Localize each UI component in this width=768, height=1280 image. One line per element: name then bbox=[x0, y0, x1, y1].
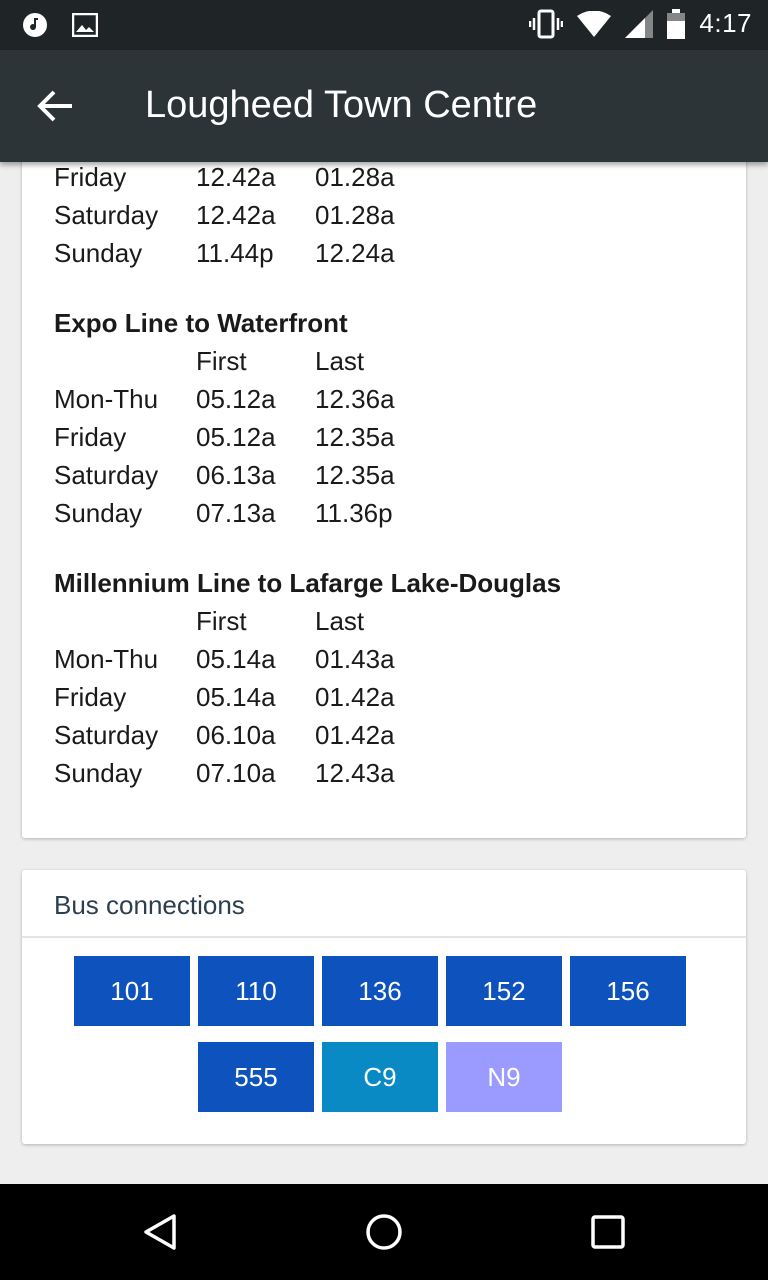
route-label: 101 bbox=[110, 975, 154, 1006]
route-label: 136 bbox=[358, 975, 402, 1006]
first-time: 05.12a bbox=[196, 384, 276, 414]
first-time: 11.44p bbox=[196, 238, 274, 268]
back-triangle-icon[interactable] bbox=[140, 1212, 180, 1252]
app-bar: Lougheed Town Centre bbox=[0, 50, 768, 162]
section-title: Millennium Line to Lafarge Lake-Douglas bbox=[54, 568, 562, 598]
day-label: Friday bbox=[54, 162, 127, 192]
day-label: Saturday bbox=[54, 720, 159, 750]
first-time: 07.10a bbox=[196, 758, 276, 788]
route-button-555[interactable]: 555 bbox=[198, 1042, 314, 1112]
page-title: Lougheed Town Centre bbox=[145, 84, 538, 126]
schedule-header-row: First Last bbox=[22, 602, 622, 640]
first-time: 12.42a bbox=[196, 162, 276, 192]
schedule-row: Sunday 07.13a 11.36p bbox=[22, 494, 622, 532]
first-time: 05.12a bbox=[196, 422, 276, 452]
last-time: 01.43a bbox=[315, 644, 395, 674]
last-time: 12.35a bbox=[315, 460, 395, 490]
home-circle-icon[interactable] bbox=[364, 1212, 404, 1252]
first-time: 06.13a bbox=[196, 460, 276, 490]
day-label: Mon-Thu bbox=[54, 644, 159, 674]
route-button-156[interactable]: 156 bbox=[570, 956, 686, 1026]
first-time: 06.10a bbox=[196, 720, 276, 750]
first-header: First bbox=[196, 606, 247, 636]
signal-icon bbox=[625, 9, 654, 38]
day-label: Mon-Thu bbox=[54, 384, 159, 414]
schedule-card: Friday 12.42a 01.28a Saturday 12.42a 01.… bbox=[22, 120, 746, 838]
route-label: N9 bbox=[487, 1061, 521, 1092]
schedule-row: Friday 05.14a 01.42a bbox=[22, 678, 622, 716]
navigation-bar bbox=[0, 1184, 768, 1280]
route-label: 156 bbox=[606, 975, 650, 1006]
last-time: 12.24a bbox=[315, 238, 395, 268]
last-header: Last bbox=[315, 346, 365, 376]
last-time: 11.36p bbox=[315, 498, 393, 528]
day-label: Sunday bbox=[54, 238, 143, 268]
recents-square-icon[interactable] bbox=[588, 1212, 628, 1252]
section-title: Expo Line to Waterfront bbox=[54, 308, 348, 338]
first-header: First bbox=[196, 346, 247, 376]
status-time: 4:17 bbox=[699, 8, 752, 38]
day-label: Friday bbox=[54, 682, 127, 712]
route-button-n9[interactable]: N9 bbox=[446, 1042, 562, 1112]
last-header: Last bbox=[315, 606, 365, 636]
last-time: 12.36a bbox=[315, 384, 395, 414]
route-label: 110 bbox=[235, 975, 277, 1006]
last-time: 01.42a bbox=[315, 720, 395, 750]
last-time: 12.43a bbox=[315, 758, 395, 788]
image-icon bbox=[72, 13, 98, 37]
schedule-row: Friday 12.42a 01.28a bbox=[22, 158, 622, 196]
route-label: C9 bbox=[363, 1061, 397, 1092]
arrow-back-icon[interactable] bbox=[36, 88, 76, 124]
last-time: 01.28a bbox=[315, 162, 395, 192]
route-label: 152 bbox=[482, 975, 526, 1006]
route-label: 555 bbox=[234, 1061, 278, 1092]
route-button-136[interactable]: 136 bbox=[322, 956, 438, 1026]
schedule-header-row: First Last bbox=[22, 342, 622, 380]
last-time: 12.35a bbox=[315, 422, 395, 452]
battery-icon bbox=[667, 8, 686, 39]
wifi-icon bbox=[577, 10, 612, 37]
first-time: 12.42a bbox=[196, 200, 276, 230]
schedule-row: Sunday 11.44p 12.24a bbox=[22, 234, 622, 272]
first-time: 05.14a bbox=[196, 682, 276, 712]
schedule-row: Saturday 12.42a 01.28a bbox=[22, 196, 622, 234]
bus-connections-card: Bus connections 101 110 136 152 156 555 … bbox=[22, 870, 746, 1144]
route-button-110[interactable]: 110 bbox=[198, 956, 314, 1026]
first-time: 05.14a bbox=[196, 644, 276, 674]
last-time: 01.28a bbox=[315, 200, 395, 230]
route-button-101[interactable]: 101 bbox=[74, 956, 190, 1026]
music-icon bbox=[22, 12, 48, 38]
schedule-row: Mon-Thu 05.14a 01.43a bbox=[22, 640, 622, 678]
day-label: Sunday bbox=[54, 498, 143, 528]
first-time: 07.13a bbox=[196, 498, 276, 528]
day-label: Sunday bbox=[54, 758, 143, 788]
schedule-row: Saturday 06.10a 01.42a bbox=[22, 716, 622, 754]
schedule-row: Mon-Thu 05.12a 12.36a bbox=[22, 380, 622, 418]
status-bar: 4:17 bbox=[0, 0, 768, 50]
day-label: Friday bbox=[54, 422, 127, 452]
day-label: Saturday bbox=[54, 200, 159, 230]
last-time: 01.42a bbox=[315, 682, 395, 712]
vibrate-icon bbox=[529, 9, 564, 39]
route-button-152[interactable]: 152 bbox=[446, 956, 562, 1026]
day-label: Saturday bbox=[54, 460, 159, 490]
route-button-c9[interactable]: C9 bbox=[322, 1042, 438, 1112]
schedule-row: Sunday 07.10a 12.43a bbox=[22, 754, 622, 792]
schedule-row: Saturday 06.13a 12.35a bbox=[22, 456, 622, 494]
bus-connections-title: Bus connections bbox=[54, 890, 245, 920]
divider bbox=[22, 936, 746, 938]
schedule-row: Friday 05.12a 12.35a bbox=[22, 418, 622, 456]
